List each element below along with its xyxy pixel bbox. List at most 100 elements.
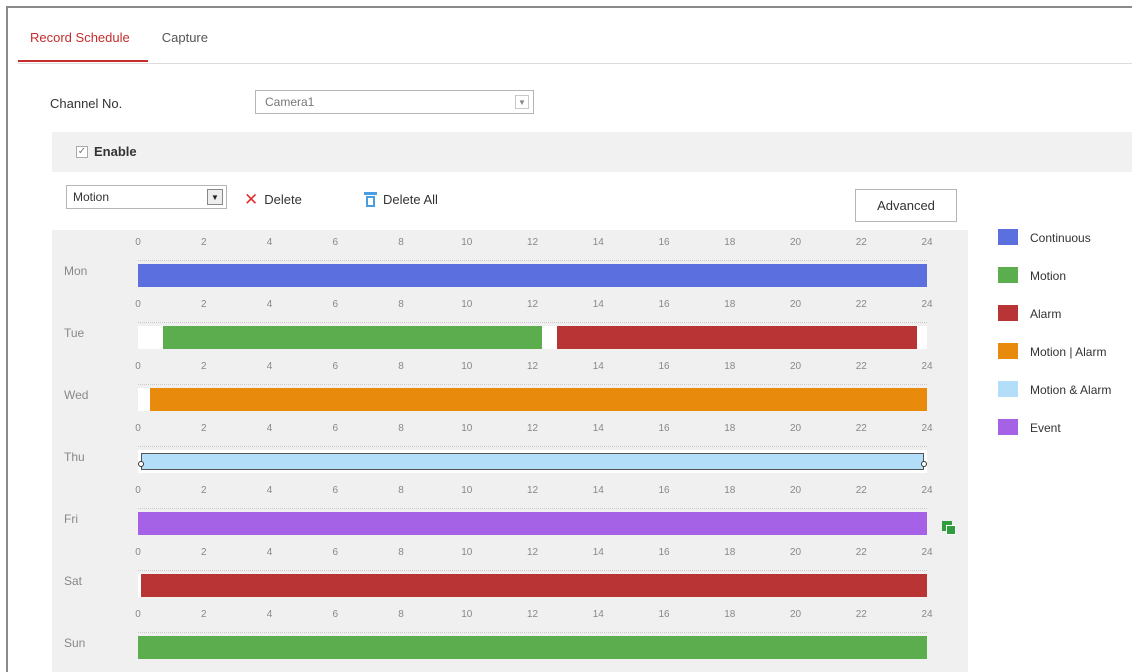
legend-label: Motion | Alarm: [1030, 345, 1107, 359]
schedule-segment-motion[interactable]: [162, 326, 543, 349]
hour-tick-label: 24: [921, 299, 933, 310]
schedule-segment-alarm[interactable]: [557, 326, 918, 349]
hour-tick-label: 0: [135, 423, 141, 434]
hour-tick-label: 20: [789, 485, 802, 496]
channel-select[interactable]: Camera1 ▼: [255, 90, 534, 114]
hour-tick-label: 6: [332, 547, 339, 558]
legend-swatch: [998, 343, 1018, 359]
legend-swatch: [998, 229, 1018, 245]
hour-tick-label: 6: [332, 485, 339, 496]
schedule-track[interactable]: [138, 388, 927, 411]
hour-tick-label: 8: [398, 237, 404, 248]
enable-bar: ✓ Enable: [52, 132, 1132, 172]
delete-all-label: Delete All: [383, 191, 438, 207]
schedule-track[interactable]: [138, 574, 927, 597]
hour-tick-label: 8: [398, 361, 404, 372]
delete-button[interactable]: ✕ Delete: [244, 188, 302, 210]
hour-tick-label: 14: [592, 609, 604, 620]
hour-ticks: [138, 319, 927, 323]
hour-tick-label: 16: [658, 485, 670, 496]
hour-tick-label: 20: [789, 299, 802, 310]
legend-label: Continuous: [1030, 231, 1091, 245]
schedule-track[interactable]: [138, 326, 927, 349]
hour-tick-label: 12: [526, 361, 539, 372]
hour-tick-label: 6: [332, 423, 339, 434]
legend-swatch: [998, 267, 1018, 283]
tab-record-schedule[interactable]: Record Schedule: [18, 22, 148, 62]
hour-tick-label: 20: [789, 547, 802, 558]
hour-tick-label: 14: [592, 361, 604, 372]
hour-tick-label: 12: [526, 237, 539, 248]
hour-tick-label: 24: [921, 423, 933, 434]
hour-tick-label: 10: [461, 609, 473, 620]
hour-ticks: [138, 629, 927, 633]
hour-tick-label: 14: [592, 299, 604, 310]
hour-tick-label: 18: [724, 423, 736, 434]
schedule-row-fri: Fri 0 2 4 6 8 10 12 14 16 18 20 22 24: [52, 478, 968, 540]
hour-tick-label: 22: [855, 237, 867, 248]
schedule-track[interactable]: [138, 512, 927, 535]
legend-label: Alarm: [1030, 307, 1062, 321]
schedule-track[interactable]: [138, 264, 927, 287]
resize-handle-right[interactable]: [920, 461, 927, 467]
hour-tick-label: 2: [200, 423, 207, 434]
legend-swatch: [998, 305, 1018, 321]
schedule-segment-motion-alarm[interactable]: [138, 453, 927, 470]
schedule-grid: Mon 0 2 4 6 8 10 12 14 16 18 20 22 24 Tue 0 2 4 6 8 10 12 14 16…: [52, 230, 968, 672]
hour-tick-label: 16: [658, 299, 670, 310]
schedule-segment-motion[interactable]: [138, 636, 927, 659]
hour-tick-label: 14: [592, 547, 604, 558]
schedule-track[interactable]: [138, 450, 927, 473]
copy-icon[interactable]: [942, 521, 956, 535]
record-type-select[interactable]: Motion ▼: [66, 185, 227, 209]
chevron-down-icon[interactable]: ▼: [207, 189, 223, 205]
hour-tick-label: 10: [461, 361, 473, 372]
channel-select-value: Camera1: [265, 95, 315, 109]
hour-tick-label: 8: [398, 547, 404, 558]
hour-tick-label: 0: [135, 547, 141, 558]
hour-tick-label: 8: [398, 423, 404, 434]
hour-tick-label: 0: [135, 485, 141, 496]
day-label: Sun: [64, 636, 86, 650]
enable-label: Enable: [94, 144, 137, 159]
hour-tick-label: 14: [592, 423, 604, 434]
hour-tick-label: 24: [921, 237, 933, 248]
chevron-down-icon[interactable]: ▼: [515, 95, 529, 109]
advanced-button[interactable]: Advanced: [855, 189, 957, 222]
hour-tick-label: 0: [135, 237, 141, 248]
schedule-row-tue: Tue 0 2 4 6 8 10 12 14 16 18 20 22 24: [52, 292, 968, 354]
hour-tick-label: 14: [592, 237, 604, 248]
hour-tick-label: 22: [855, 423, 867, 434]
hour-tick-label: 24: [921, 609, 933, 620]
delete-all-button[interactable]: Delete All: [364, 188, 438, 210]
record-schedule-panel: Record Schedule Capture Channel No. Came…: [6, 6, 1132, 672]
schedule-segment-event[interactable]: [138, 512, 927, 535]
schedule-segment-alarm[interactable]: [141, 574, 927, 597]
schedule-row-sat: Sat 0 2 4 6 8 10 12 14 16 18 20 22 24: [52, 540, 968, 602]
hour-tick-label: 16: [658, 361, 670, 372]
schedule-segment-motion-alarm[interactable]: [149, 388, 927, 411]
resize-handle-left[interactable]: [138, 461, 145, 467]
schedule-row-sun: Sun 0 2 4 6 8 10 12 14 16 18 20 22 24: [52, 602, 968, 664]
schedule-row-mon: Mon 0 2 4 6 8 10 12 14 16 18 20 22 24: [52, 230, 968, 292]
hour-tick-label: 4: [266, 361, 273, 372]
tab-bar: Record Schedule Capture: [18, 22, 222, 62]
hour-tick-label: 0: [135, 361, 141, 372]
day-label: Sat: [64, 574, 83, 588]
trash-icon: [364, 191, 377, 207]
hour-tick-label: 2: [200, 485, 207, 496]
hour-tick-label: 20: [789, 609, 802, 620]
hour-tick-label: 2: [200, 547, 207, 558]
hour-tick-label: 6: [332, 237, 339, 248]
hour-tick-label: 4: [266, 237, 273, 248]
hour-tick-label: 18: [724, 237, 736, 248]
schedule-segment-continuous[interactable]: [138, 264, 927, 287]
hour-tick-label: 6: [332, 361, 339, 372]
hour-tick-label: 6: [332, 609, 339, 620]
schedule-row-thu: Thu 0 2 4 6 8 10 12 14 16 18 20 22 24: [52, 416, 968, 478]
legend-label: Motion & Alarm: [1030, 383, 1112, 397]
schedule-track[interactable]: [138, 636, 927, 659]
tab-capture[interactable]: Capture: [148, 22, 222, 62]
hour-tick-label: 22: [855, 485, 867, 496]
enable-checkbox[interactable]: ✓: [76, 146, 88, 158]
